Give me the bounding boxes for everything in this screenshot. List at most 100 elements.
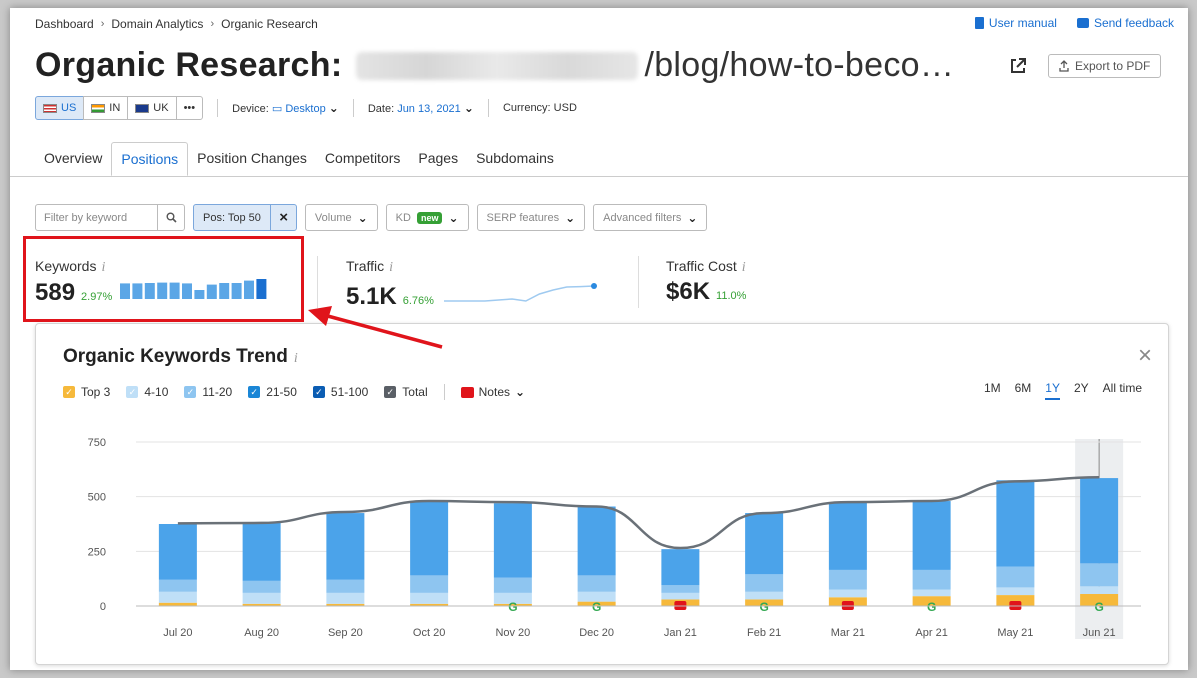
bar-segment bbox=[158, 524, 197, 580]
y-tick-label: 0 bbox=[100, 601, 106, 613]
bar-segment bbox=[242, 580, 281, 593]
bar-segment bbox=[410, 592, 449, 604]
tab-subdomains[interactable]: Subdomains bbox=[467, 142, 563, 176]
bar-segment bbox=[493, 503, 532, 578]
serp-features-label: SERP features bbox=[486, 211, 560, 224]
send-feedback-label: Send feedback bbox=[1093, 16, 1174, 30]
traffic-cost-label: Traffic Cost i bbox=[666, 258, 746, 276]
speech-bubble-icon bbox=[1076, 18, 1089, 28]
traffic-cost-change: 11.0% bbox=[716, 290, 747, 302]
traffic-cost-label-text: Traffic Cost bbox=[666, 258, 737, 274]
bar-segment bbox=[912, 501, 951, 570]
bar-segment bbox=[828, 502, 867, 570]
y-tick-label: 500 bbox=[88, 492, 106, 504]
bar-segment bbox=[1080, 563, 1119, 587]
chevron-down-icon: ⌄ bbox=[565, 210, 576, 225]
legend-top3-label: Top 3 bbox=[81, 385, 111, 399]
range-1m[interactable]: 1M bbox=[984, 381, 1001, 400]
x-tick-label: Apr 21 bbox=[915, 627, 947, 639]
x-tick-label: Jun 21 bbox=[1083, 627, 1116, 639]
trend-chart: 0 250 500 750 Jul 20 Aug 20 Sep 20 Oct 20 Nov 20… bbox=[88, 437, 1141, 639]
checkbox-icon: ✓ bbox=[63, 386, 75, 398]
organic-keywords-trend-panel: Organic Keywords Trend i × ✓ Top 3 ✓ 4-10 ✓… bbox=[35, 323, 1169, 665]
legend-4-10-label: 4-10 bbox=[144, 385, 169, 399]
send-feedback-link[interactable]: Send feedback bbox=[1076, 16, 1174, 30]
divider bbox=[487, 99, 489, 117]
advanced-filters-label: Advanced filters bbox=[603, 211, 682, 224]
bar-segment bbox=[912, 589, 951, 597]
bar-segment bbox=[326, 592, 365, 604]
legend-total-label: Total bbox=[402, 385, 428, 399]
bar-segment bbox=[661, 585, 700, 593]
x-tick-label: Jan 21 bbox=[664, 627, 697, 639]
bar-segment bbox=[158, 591, 197, 603]
metric-divider bbox=[638, 256, 639, 308]
legend-4-10[interactable]: ✓ 4-10 bbox=[126, 385, 168, 399]
y-tick-label: 750 bbox=[88, 437, 106, 449]
x-tick-label: Dec 20 bbox=[579, 627, 614, 639]
checkbox-icon: ✓ bbox=[184, 386, 197, 398]
user-manual-label: User manual bbox=[988, 16, 1057, 30]
bar-segment bbox=[326, 579, 365, 593]
upload-icon bbox=[1059, 60, 1069, 72]
info-icon: i bbox=[741, 260, 746, 275]
chart-legend: ✓ Top 3 ✓ 4-10 ✓ 11-20 ✓ 21-50 ✓ 51-100 ✓ Tota… bbox=[63, 384, 525, 400]
bar-segment bbox=[828, 589, 867, 598]
google-update-icon: G bbox=[508, 600, 517, 614]
user-manual-link[interactable]: User manual bbox=[974, 16, 1057, 30]
range-2y[interactable]: 2Y bbox=[1074, 381, 1089, 400]
bar-segment bbox=[996, 566, 1035, 588]
checkbox-icon: ✓ bbox=[384, 386, 397, 398]
x-tick-label: Nov 20 bbox=[495, 627, 530, 639]
range-all-time[interactable]: All time bbox=[1103, 381, 1142, 400]
serp-features-dropdown[interactable]: SERP features ⌄ bbox=[476, 204, 586, 231]
x-tick-label: May 21 bbox=[997, 627, 1033, 639]
bar-segment bbox=[996, 587, 1035, 596]
bar-segment bbox=[912, 569, 951, 590]
bar-segment bbox=[577, 575, 616, 592]
export-pdf-button[interactable]: Export to PDF bbox=[1048, 54, 1162, 78]
close-panel-icon[interactable]: × bbox=[1138, 342, 1152, 370]
legend-51-100-label: 51-100 bbox=[330, 385, 369, 399]
bar-segment bbox=[661, 592, 700, 600]
y-tick-label: 250 bbox=[88, 546, 106, 558]
checkbox-icon: ✓ bbox=[248, 386, 261, 398]
divider bbox=[443, 384, 445, 400]
x-tick-label: Oct 20 bbox=[413, 627, 445, 639]
x-tick-label: Mar 21 bbox=[831, 627, 865, 639]
sparkline-point bbox=[590, 283, 597, 289]
bar-segment bbox=[745, 574, 784, 592]
app-frame: Dashboard › Domain Analytics › Organic R… bbox=[10, 8, 1188, 670]
bar-segment bbox=[493, 577, 532, 593]
notes-label: Notes bbox=[478, 385, 510, 399]
bar-segment bbox=[996, 480, 1035, 567]
bar-segment bbox=[158, 579, 197, 592]
bar-segment bbox=[1080, 478, 1119, 564]
annotation-arrow-icon bbox=[308, 306, 443, 349]
external-link-icon[interactable] bbox=[1008, 56, 1028, 76]
legend-21-50[interactable]: ✓ 21-50 bbox=[248, 385, 297, 399]
bar-segment bbox=[577, 506, 616, 576]
legend-total[interactable]: ✓ Total bbox=[384, 385, 428, 399]
traffic-cost-metric[interactable]: Traffic Cost i $6K 11.0% bbox=[666, 258, 746, 306]
chevron-down-icon: ⌄ bbox=[687, 210, 698, 225]
legend-51-100[interactable]: ✓ 51-100 bbox=[312, 385, 369, 399]
notes-dropdown[interactable]: Notes ⌄ bbox=[460, 385, 525, 399]
bar-segment bbox=[242, 522, 281, 581]
traffic-cost-value-row: $6K 11.0% bbox=[666, 278, 746, 306]
tab-positions[interactable]: Positions bbox=[111, 142, 189, 176]
legend-21-50-label: 21-50 bbox=[266, 385, 297, 399]
range-6m[interactable]: 6M bbox=[1015, 381, 1032, 400]
bar-segment bbox=[661, 549, 700, 586]
advanced-filters-dropdown[interactable]: Advanced filters ⌄ bbox=[593, 204, 708, 231]
export-pdf-label: Export to PDF bbox=[1075, 59, 1151, 73]
legend-11-20[interactable]: ✓ 11-20 bbox=[184, 385, 232, 399]
google-update-icon: G bbox=[592, 600, 601, 614]
bar-segment bbox=[828, 569, 867, 590]
x-tick-label: Jul 20 bbox=[163, 627, 192, 639]
range-1y[interactable]: 1Y bbox=[1045, 381, 1060, 400]
legend-top3[interactable]: ✓ Top 3 bbox=[63, 385, 110, 399]
bar-segment bbox=[326, 513, 365, 580]
currency-label: Currency: USD bbox=[502, 102, 577, 114]
note-icon bbox=[460, 386, 474, 398]
